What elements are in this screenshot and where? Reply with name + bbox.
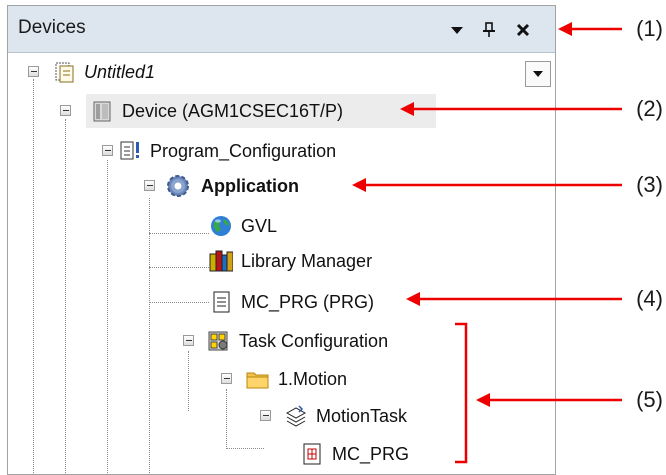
- tree-guide: [149, 302, 209, 303]
- tree-item-motion-folder[interactable]: 1.Motion: [246, 362, 347, 396]
- tree-guide: [226, 448, 264, 449]
- tree-guide: [188, 351, 189, 411]
- tree-item-label: Application: [201, 175, 299, 196]
- panel-menu-button[interactable]: [442, 6, 472, 53]
- tree-item-library-manager[interactable]: Library Manager: [209, 244, 372, 278]
- tree-item-task-configuration[interactable]: Task Configuration: [207, 324, 388, 358]
- devices-panel: Devices Untitled1 Device (AGM1CSEC16T/P)…: [7, 5, 556, 475]
- tree-item-untitled1[interactable]: Untitled1: [52, 55, 155, 89]
- tree-item-label: Library Manager: [241, 250, 373, 271]
- program-document-icon: [209, 290, 233, 314]
- close-icon: [516, 23, 530, 36]
- chevron-down-icon: [533, 71, 543, 77]
- collapse-toggle[interactable]: [28, 66, 39, 77]
- dropdown-arrow-icon: [451, 26, 463, 34]
- collapse-toggle[interactable]: [144, 180, 155, 191]
- tree-item-motion-task[interactable]: MotionTask: [284, 399, 407, 433]
- tree-item-device[interactable]: Device (AGM1CSEC16T/P): [86, 94, 436, 128]
- task-stack-icon: [284, 404, 308, 428]
- tree-item-label: MC_PRG (PRG): [241, 291, 375, 312]
- tree-item-label: MC_PRG: [332, 443, 410, 464]
- program-configuration-icon: [120, 139, 144, 163]
- globe-icon: [209, 214, 233, 238]
- panel-title: Devices: [18, 17, 86, 38]
- task-configuration-icon: [207, 329, 231, 353]
- tree-item-label: GVL: [241, 215, 278, 236]
- callout-arrow-1: [558, 22, 622, 36]
- folder-icon: [246, 367, 270, 391]
- collapse-toggle[interactable]: [60, 105, 71, 116]
- tree-guide: [149, 198, 150, 475]
- callout-label-3: (3): [636, 172, 663, 197]
- tree-guide: [107, 160, 108, 475]
- callout-label-2: (2): [636, 96, 663, 121]
- tree-guide: [65, 119, 66, 475]
- tree-item-program-configuration[interactable]: Program_Configuration: [120, 134, 336, 168]
- collapse-toggle[interactable]: [221, 373, 232, 384]
- tree-dropdown-button[interactable]: [525, 61, 551, 87]
- tree-item-gvl[interactable]: GVL: [209, 209, 277, 243]
- tree-item-label: Device (AGM1CSEC16T/P): [122, 100, 344, 121]
- library-books-icon: [209, 249, 233, 273]
- tree-item-label: Program_Configuration: [150, 140, 337, 161]
- collapse-toggle[interactable]: [102, 145, 113, 156]
- close-button[interactable]: [508, 6, 538, 53]
- tree-guide: [149, 233, 209, 234]
- tree-item-label: Untitled1: [84, 61, 156, 82]
- tree-item-mc-prg[interactable]: MC_PRG (PRG): [209, 285, 374, 319]
- callout-label-5: (5): [636, 387, 663, 412]
- collapse-toggle[interactable]: [183, 335, 194, 346]
- callout-label-4: (4): [636, 286, 663, 311]
- pin-button[interactable]: [474, 6, 504, 53]
- tree-item-label: 1.Motion: [278, 368, 348, 389]
- program-call-icon: [300, 442, 324, 466]
- callout-label-1: (1): [636, 16, 663, 41]
- tree-item-task-call[interactable]: MC_PRG: [300, 437, 409, 471]
- tree-item-label: Task Configuration: [239, 330, 389, 351]
- tree-guide: [33, 79, 34, 475]
- project-file-icon: [52, 60, 76, 84]
- tree-item-application[interactable]: Application: [163, 169, 299, 203]
- collapse-toggle[interactable]: [260, 410, 271, 421]
- pin-icon: [483, 21, 495, 37]
- tree-item-label: MotionTask: [316, 405, 408, 426]
- tree-guide: [149, 267, 209, 268]
- panel-titlebar: Devices: [8, 6, 555, 53]
- device-icon: [90, 99, 114, 123]
- tree-guide: [226, 389, 227, 449]
- application-gear-icon: [163, 174, 193, 198]
